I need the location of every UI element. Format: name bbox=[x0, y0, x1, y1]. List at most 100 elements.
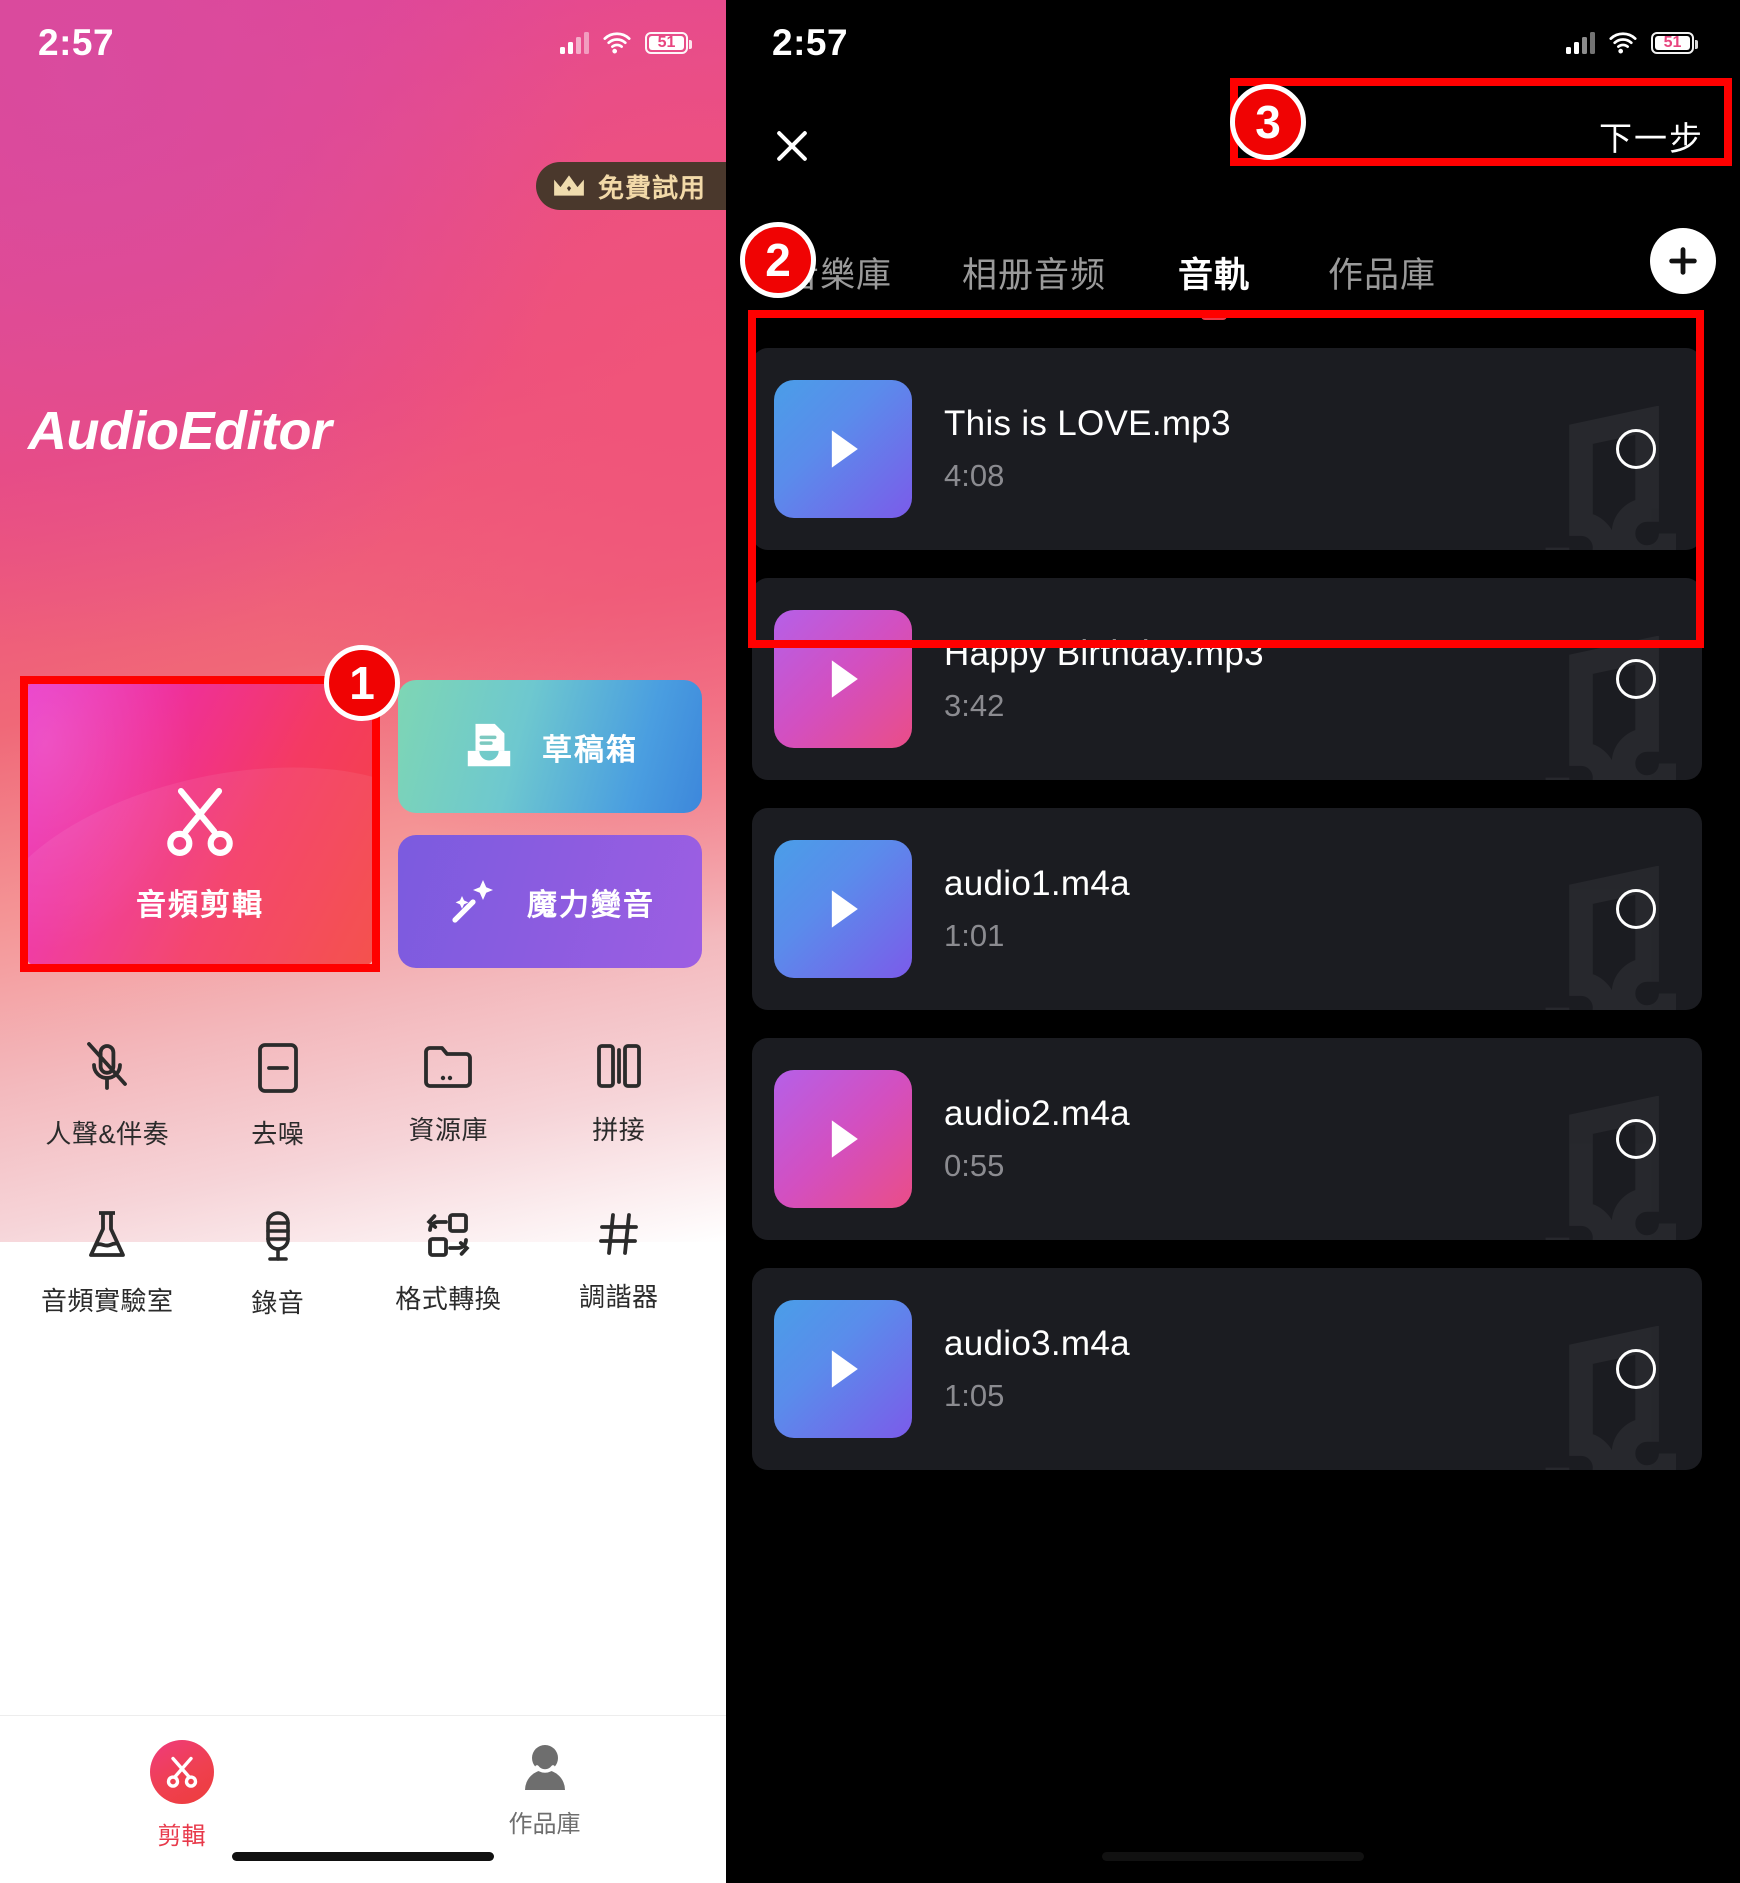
status-indicators: 51 bbox=[1566, 32, 1698, 54]
list-item[interactable]: Happy Birthday.mp3 3:42 bbox=[752, 578, 1702, 780]
minus-box-icon bbox=[257, 1043, 298, 1093]
tab-audio-track[interactable]: 音軌 bbox=[1178, 247, 1251, 320]
magic-voice-card-label: 魔力變音 bbox=[527, 888, 655, 922]
home-indicator bbox=[1102, 1852, 1364, 1861]
wifi-icon bbox=[1609, 32, 1637, 54]
folder-icon bbox=[424, 1046, 473, 1088]
microphone-icon bbox=[265, 1211, 290, 1261]
audio-edit-card-label: 音頻剪輯 bbox=[136, 889, 264, 922]
list-item[interactable]: audio2.m4a 0:55 bbox=[752, 1038, 1702, 1240]
tool-label: 去噪 bbox=[251, 1119, 305, 1149]
tool-record[interactable]: 錄音 bbox=[193, 1209, 364, 1320]
audio-meta: audio1.m4a 1:01 bbox=[944, 864, 1130, 954]
status-time: 2:57 bbox=[772, 22, 849, 63]
tool-grid-row-1: 人聲&伴奏 去噪 資源庫 拼接 bbox=[22, 1040, 704, 1151]
audio-duration: 1:01 bbox=[944, 918, 1005, 953]
wifi-icon bbox=[603, 32, 631, 54]
tool-tuner[interactable]: 調諧器 bbox=[534, 1209, 705, 1320]
tool-grid: 人聲&伴奏 去噪 資源庫 拼接 音頻實驗室 錄音 格式轉換 調諧器 bbox=[0, 1040, 726, 1378]
play-icon bbox=[831, 430, 858, 468]
audio-meta: This is LOVE.mp3 4:08 bbox=[944, 404, 1231, 494]
crown-icon bbox=[554, 175, 584, 196]
audio-edit-card[interactable]: 音頻剪輯 bbox=[24, 680, 376, 968]
next-step-button[interactable]: 下一步 bbox=[1599, 112, 1704, 160]
play-icon bbox=[831, 1120, 858, 1158]
list-item[interactable]: audio1.m4a 1:01 bbox=[752, 808, 1702, 1010]
audio-thumbnail[interactable] bbox=[774, 610, 912, 748]
status-bar-right: 2:57 51 bbox=[726, 0, 1740, 86]
music-note-watermark-icon bbox=[1545, 866, 1676, 1010]
tool-label: 音頻實驗室 bbox=[40, 1286, 174, 1316]
page-title: AudioEditor bbox=[28, 401, 332, 461]
person-icon bbox=[524, 1745, 565, 1790]
mic-muted-icon bbox=[87, 1042, 128, 1090]
tool-resource-library[interactable]: 資源庫 bbox=[363, 1040, 534, 1151]
tool-format-convert[interactable]: 格式轉換 bbox=[363, 1209, 534, 1320]
callout-badge-3: 3 bbox=[1230, 84, 1306, 160]
audio-duration: 4:08 bbox=[944, 458, 1005, 493]
plus-icon bbox=[1669, 247, 1697, 275]
active-tab-underline bbox=[1201, 310, 1228, 320]
music-note-watermark-icon bbox=[1545, 1096, 1676, 1240]
audio-duration: 0:55 bbox=[944, 1148, 1005, 1183]
tool-splice[interactable]: 拼接 bbox=[534, 1040, 705, 1151]
tool-label: 拼接 bbox=[592, 1115, 646, 1145]
tab-works-label: 作品庫 bbox=[508, 1811, 581, 1838]
left-phone-screen: 2:57 51 免費試用 AudioEditor 音頻剪輯 草稿箱 魔力變音 人… bbox=[0, 0, 726, 1883]
play-icon bbox=[831, 1350, 858, 1388]
status-time: 2:57 bbox=[38, 22, 115, 63]
primary-cards: 音頻剪輯 草稿箱 魔力變音 bbox=[24, 680, 702, 968]
close-icon[interactable] bbox=[754, 108, 830, 184]
drafts-card[interactable]: 草稿箱 bbox=[398, 680, 702, 813]
tool-audio-lab[interactable]: 音頻實驗室 bbox=[22, 1209, 193, 1320]
audio-thumbnail[interactable] bbox=[774, 1300, 912, 1438]
audio-list: This is LOVE.mp3 4:08 Happy Birthday.mp3 bbox=[752, 348, 1702, 1498]
magic-voice-card[interactable]: 魔力變音 bbox=[398, 835, 702, 968]
tab-edit-label: 剪輯 bbox=[157, 1823, 206, 1850]
list-item[interactable]: audio3.m4a 1:05 bbox=[752, 1268, 1702, 1470]
scissors-circle-icon bbox=[149, 1740, 214, 1804]
right-phone-screen: 2:57 51 下一步 音樂庫 相册音频 音軌 作品庫 This is LOVE… bbox=[726, 0, 1740, 1883]
tool-label: 格式轉換 bbox=[395, 1284, 502, 1314]
cellular-bars-icon bbox=[560, 32, 589, 54]
tab-works-library[interactable]: 作品庫 bbox=[1328, 247, 1436, 298]
audio-name: audio3.m4a bbox=[944, 1324, 1130, 1363]
tool-vocal-accompaniment[interactable]: 人聲&伴奏 bbox=[22, 1040, 193, 1151]
tool-label: 調諧器 bbox=[578, 1282, 659, 1312]
tool-label: 錄音 bbox=[251, 1288, 305, 1318]
draft-inbox-icon bbox=[467, 723, 511, 766]
tool-grid-row-2: 音頻實驗室 錄音 格式轉換 調諧器 bbox=[22, 1209, 704, 1320]
audio-thumbnail[interactable] bbox=[774, 1070, 912, 1208]
audio-thumbnail[interactable] bbox=[774, 380, 912, 518]
side-cards-column: 草稿箱 魔力變音 bbox=[398, 680, 702, 968]
tab-label: 作品庫 bbox=[1328, 255, 1437, 295]
tool-denoise[interactable]: 去噪 bbox=[193, 1040, 364, 1151]
free-trial-label: 免費試用 bbox=[597, 172, 706, 203]
music-note-watermark-icon bbox=[1545, 1326, 1676, 1470]
audio-thumbnail[interactable] bbox=[774, 840, 912, 978]
drafts-card-label: 草稿箱 bbox=[542, 733, 638, 767]
free-trial-badge[interactable]: 免費試用 bbox=[535, 162, 726, 210]
audio-meta: Happy Birthday.mp3 3:42 bbox=[944, 634, 1264, 724]
callout-badge-1: 1 bbox=[324, 645, 400, 721]
music-note-watermark-icon bbox=[1545, 406, 1676, 550]
list-item[interactable]: This is LOVE.mp3 4:08 bbox=[752, 348, 1702, 550]
add-audio-button[interactable] bbox=[1650, 228, 1716, 294]
format-convert-icon bbox=[426, 1213, 470, 1257]
play-icon bbox=[831, 890, 858, 928]
splice-icon bbox=[596, 1044, 641, 1088]
audio-duration: 3:42 bbox=[944, 688, 1005, 723]
audio-meta: audio2.m4a 0:55 bbox=[944, 1094, 1130, 1184]
tuner-icon bbox=[598, 1213, 638, 1255]
battery-icon: 51 bbox=[645, 32, 692, 54]
tab-album-audio[interactable]: 相册音频 bbox=[962, 247, 1106, 298]
tab-label: 音軌 bbox=[1178, 255, 1251, 295]
home-indicator bbox=[232, 1852, 494, 1861]
callout-badge-2: 2 bbox=[740, 222, 816, 298]
tab-label: 相册音频 bbox=[962, 255, 1107, 295]
tool-label: 資源庫 bbox=[408, 1115, 488, 1145]
tool-label: 人聲&伴奏 bbox=[45, 1119, 170, 1149]
audio-name: audio1.m4a bbox=[944, 864, 1130, 903]
play-icon bbox=[831, 660, 858, 698]
audio-name: Happy Birthday.mp3 bbox=[944, 634, 1264, 673]
